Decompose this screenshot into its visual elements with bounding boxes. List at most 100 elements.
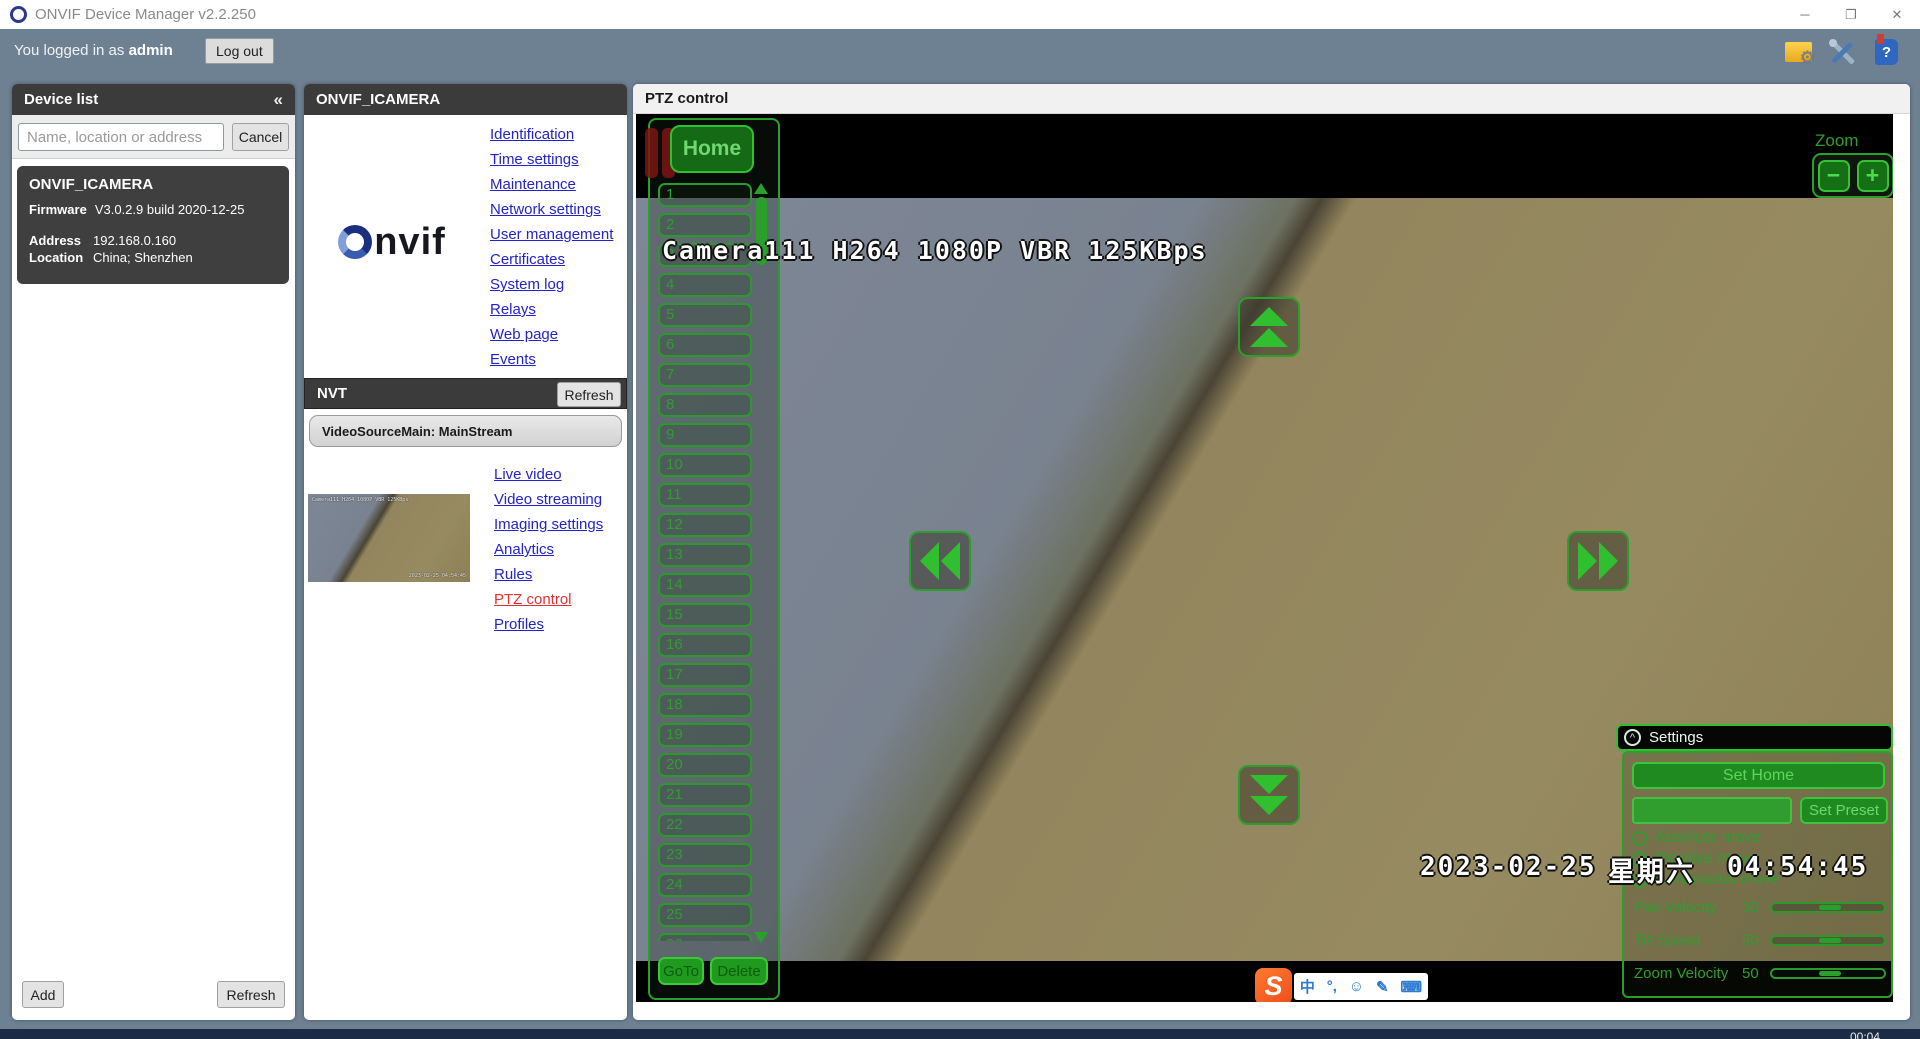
pan-up-button[interactable]: [1238, 297, 1300, 357]
nav-link-user-management[interactable]: User management: [490, 222, 613, 247]
video-source-select[interactable]: VideoSourceMain: MainStream: [309, 415, 622, 447]
nav-link-events[interactable]: Events: [490, 347, 613, 372]
nav-link-rules[interactable]: Rules: [494, 562, 603, 587]
device-refresh-button[interactable]: Refresh: [217, 981, 285, 1008]
preset-item-9[interactable]: 9: [658, 423, 752, 447]
slider-label: Zoom Velocity: [1634, 965, 1742, 982]
preset-item-7[interactable]: 7: [658, 363, 752, 387]
left-arrow-icon: [920, 542, 939, 580]
preset-item-16[interactable]: 16: [658, 633, 752, 657]
keyboard-icon[interactable]: ⌨: [1400, 978, 1422, 996]
slider-track[interactable]: [1770, 902, 1886, 913]
settings-title: Settings: [1649, 729, 1703, 746]
set-preset-button[interactable]: Set Preset: [1800, 797, 1888, 824]
preset-item-12[interactable]: 12: [658, 513, 752, 537]
preset-item-13[interactable]: 13: [658, 543, 752, 567]
chinese-mode-icon[interactable]: 中: [1300, 976, 1315, 997]
preset-item-17[interactable]: 17: [658, 663, 752, 687]
preset-item-22[interactable]: 22: [658, 813, 752, 837]
gear-icon: ⚙: [1800, 48, 1815, 68]
preset-item-24[interactable]: 24: [658, 873, 752, 897]
nav-link-maintenance[interactable]: Maintenance: [490, 172, 613, 197]
nav-link-identification[interactable]: Identification: [490, 122, 613, 147]
handwriting-icon[interactable]: ✎: [1376, 978, 1389, 996]
manage-icon[interactable]: ⚙: [1784, 37, 1814, 67]
nav-link-certificates[interactable]: Certificates: [490, 247, 613, 272]
preset-item-18[interactable]: 18: [658, 693, 752, 717]
preset-item-2[interactable]: 2: [658, 213, 752, 237]
nav-link-analytics[interactable]: Analytics: [494, 537, 603, 562]
maximize-button[interactable]: ❐: [1828, 0, 1874, 29]
preset-name-input[interactable]: [1632, 797, 1792, 824]
slider-row-zoom-velocity: Zoom Velocity50: [1634, 965, 1886, 982]
preset-item-10[interactable]: 10: [658, 453, 752, 477]
slider-thumb[interactable]: [1819, 971, 1841, 976]
punctuation-icon[interactable]: °,: [1327, 978, 1337, 995]
preset-item-14[interactable]: 14: [658, 573, 752, 597]
nav-link-network-settings[interactable]: Network settings: [490, 197, 613, 222]
slider-track[interactable]: [1770, 968, 1886, 979]
slider-value: 50: [1742, 899, 1770, 916]
preset-item-19[interactable]: 19: [658, 723, 752, 747]
ptz-title: PTZ control: [645, 90, 728, 107]
down-arrow-icon: [1250, 775, 1288, 794]
nvt-refresh-button[interactable]: Refresh: [557, 382, 621, 407]
nav-link-live-video[interactable]: Live video: [494, 462, 603, 487]
nav-link-profiles[interactable]: Profiles: [494, 612, 603, 637]
delete-button[interactable]: Delete: [710, 957, 768, 985]
preset-item-15[interactable]: 15: [658, 603, 752, 627]
cancel-button[interactable]: Cancel: [232, 123, 289, 151]
nav-link-imaging-settings[interactable]: Imaging settings: [494, 512, 603, 537]
preset-item-8[interactable]: 8: [658, 393, 752, 417]
minimize-button[interactable]: ─: [1782, 0, 1828, 29]
zoom-in-button[interactable]: +: [1857, 160, 1889, 192]
preset-item-26[interactable]: 26: [658, 933, 752, 941]
slider-thumb[interactable]: [1819, 905, 1841, 910]
sogou-logo-icon[interactable]: S: [1255, 968, 1292, 1002]
preset-item-6[interactable]: 6: [658, 333, 752, 357]
device-card[interactable]: ONVIF_ICAMERA FirmwareV3.0.2.9 build 202…: [17, 166, 289, 284]
preset-item-1[interactable]: 1: [658, 183, 752, 207]
nav-link-video-streaming[interactable]: Video streaming: [494, 487, 603, 512]
scroll-up-icon[interactable]: [754, 183, 768, 194]
ptz-header: PTZ control: [633, 84, 1910, 114]
scroll-down-icon[interactable]: [754, 932, 768, 943]
video-feed[interactable]: Camera111 H264 1080P VBR 125KBps 2023-02…: [636, 114, 1893, 1002]
nav-link-system-log[interactable]: System log: [490, 272, 613, 297]
settings-header[interactable]: ^ Settings: [1616, 724, 1893, 751]
nav-link-time-settings[interactable]: Time settings: [490, 147, 613, 172]
goto-button[interactable]: GoTo: [658, 957, 704, 985]
left-arrow-icon: [941, 542, 960, 580]
preset-item-5[interactable]: 5: [658, 303, 752, 327]
video-thumbnail[interactable]: Camera111 H264 1080P VBR 125KBps 2023-02…: [308, 494, 470, 582]
slider-thumb[interactable]: [1819, 938, 1841, 943]
emoji-icon[interactable]: ☺: [1349, 978, 1364, 995]
app-logo-icon: [10, 6, 27, 23]
collapse-panel-icon[interactable]: «: [274, 90, 283, 110]
pan-left-button[interactable]: [909, 531, 971, 591]
set-home-button[interactable]: Set Home: [1632, 762, 1885, 789]
add-device-button[interactable]: Add: [22, 981, 64, 1008]
radio-absolute-move[interactable]: Absolute move: [1632, 829, 1761, 847]
preset-item-4[interactable]: 4: [658, 273, 752, 297]
preset-item-25[interactable]: 25: [658, 903, 752, 927]
nav-link-relays[interactable]: Relays: [490, 297, 613, 322]
preset-item-21[interactable]: 21: [658, 783, 752, 807]
nav-link-ptz-control[interactable]: PTZ control: [494, 587, 603, 612]
pan-down-button[interactable]: [1238, 765, 1300, 825]
zoom-out-button[interactable]: −: [1818, 160, 1850, 192]
nav-link-web-page[interactable]: Web page: [490, 322, 613, 347]
location-label: Location: [29, 249, 93, 266]
preset-item-20[interactable]: 20: [658, 753, 752, 777]
tools-icon[interactable]: [1828, 37, 1858, 67]
device-list-panel: Device list « Cancel ONVIF_ICAMERA Firmw…: [12, 84, 295, 1020]
help-icon[interactable]: ?: [1872, 37, 1902, 67]
device-search-input[interactable]: [18, 123, 224, 151]
preset-item-23[interactable]: 23: [658, 843, 752, 867]
pan-right-button[interactable]: [1567, 531, 1629, 591]
logout-button[interactable]: Log out: [205, 38, 274, 64]
slider-track[interactable]: [1770, 935, 1886, 946]
home-button[interactable]: Home: [670, 125, 754, 173]
close-button[interactable]: ✕: [1874, 0, 1920, 29]
preset-item-11[interactable]: 11: [658, 483, 752, 507]
